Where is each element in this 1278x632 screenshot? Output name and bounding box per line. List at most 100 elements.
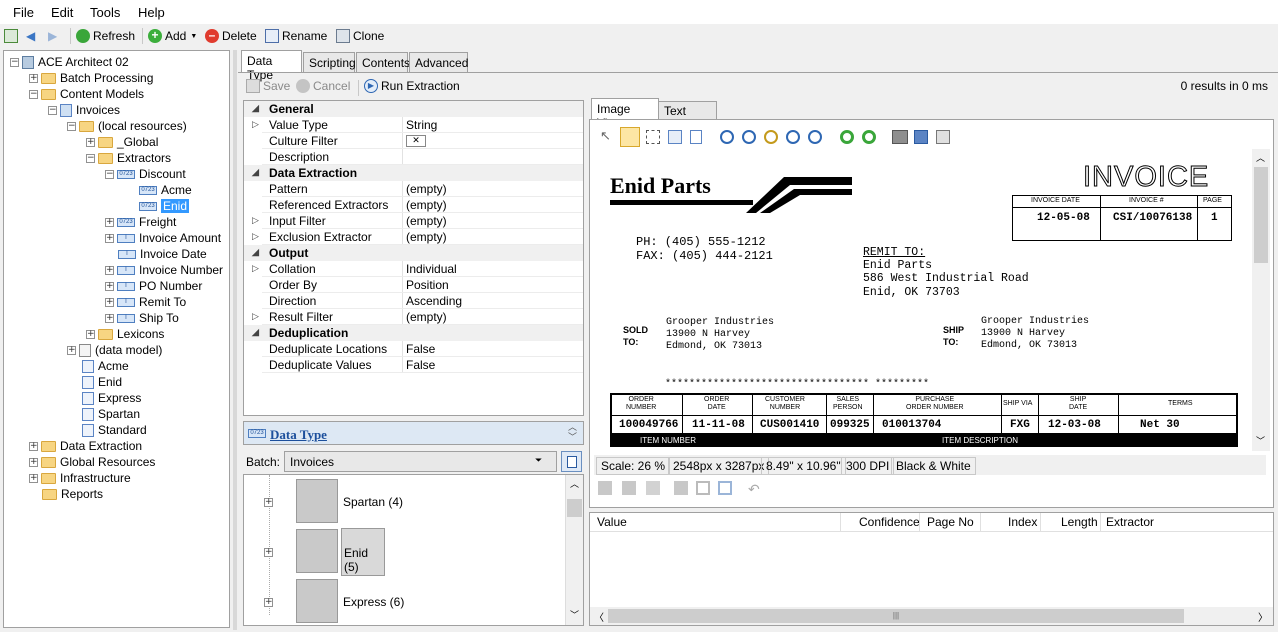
save-image-icon[interactable]	[914, 130, 928, 144]
prop-order-by[interactable]: Order By Position	[244, 277, 583, 293]
tree-reports[interactable]: Reports	[42, 486, 103, 502]
col-length[interactable]: Length	[1061, 515, 1098, 529]
image-viewer[interactable]: ↖ Enid Parts INVOICE INVOICE DATE INVOIC…	[589, 119, 1274, 508]
batch-scrollbar[interactable]: ︿ ﹀	[565, 475, 583, 625]
zoom-fit-icon[interactable]	[786, 130, 800, 144]
prop-description[interactable]: Description	[244, 149, 583, 165]
run-extraction-button[interactable]: ▶ Run Extraction	[364, 77, 460, 95]
prop-exclusion-extractor[interactable]: ▷ Exclusion Extractor (empty)	[244, 229, 583, 245]
add-button[interactable]: + Add ▼	[148, 27, 197, 45]
tab-advanced[interactable]: Advanced	[409, 52, 468, 72]
menu-file[interactable]: File	[13, 5, 34, 20]
scroll-down-icon[interactable]: ﹀	[570, 608, 579, 621]
delete-button[interactable]: – Delete	[205, 27, 257, 45]
collapse-triangle-icon[interactable]: ◢	[252, 103, 259, 114]
tree-remit-to[interactable]: + I Remit To	[105, 294, 186, 310]
col-page-no[interactable]: Page No	[927, 515, 974, 529]
tree-invoice-amount[interactable]: + I Invoice Amount	[105, 230, 221, 246]
batch-item-enid-selected[interactable]: Enid (5)	[341, 528, 385, 576]
batch-browse-button[interactable]	[561, 451, 582, 472]
tree-global-resources[interactable]: + Global Resources	[29, 454, 155, 470]
tree-global[interactable]: + _Global	[86, 134, 158, 150]
tool-icon[interactable]	[646, 481, 660, 495]
clone-button[interactable]: Clone	[336, 27, 384, 45]
expand-icon[interactable]: +	[105, 281, 114, 291]
prop-pattern[interactable]: Pattern (empty)	[244, 181, 583, 197]
expand-icon[interactable]: +	[86, 329, 95, 339]
scroll-thumb[interactable]	[567, 499, 582, 517]
expand-triangle-icon[interactable]: ▷	[252, 215, 259, 226]
tab-text-view[interactable]: Text View	[658, 101, 717, 132]
collapse-icon[interactable]: −	[29, 89, 38, 99]
prop-input-filter[interactable]: ▷ Input Filter (empty)	[244, 213, 583, 229]
collapse-triangle-icon[interactable]: ◢	[252, 327, 259, 338]
collapse-icon[interactable]: −	[48, 105, 57, 115]
tool-icon[interactable]	[674, 481, 688, 495]
prop-culture-filter[interactable]: Culture Filter ✕	[244, 133, 583, 149]
zoom-page-icon[interactable]	[690, 130, 702, 144]
forward-button[interactable]: ▶	[48, 27, 57, 45]
tree-lexicons[interactable]: + Lexicons	[86, 326, 164, 342]
menu-tools[interactable]: Tools	[90, 5, 120, 20]
back-button[interactable]: ◀	[26, 27, 35, 45]
pan-hand-icon[interactable]	[620, 127, 640, 147]
expand-icon[interactable]: +	[29, 473, 38, 483]
tree-model-express[interactable]: Express	[82, 390, 141, 406]
col-extractor[interactable]: Extractor	[1106, 515, 1154, 529]
menu-edit[interactable]: Edit	[51, 5, 73, 20]
tree-extractors[interactable]: − Extractors	[86, 150, 171, 166]
category-output[interactable]: ◢ Output	[244, 245, 583, 261]
zoom-region-icon[interactable]	[668, 130, 682, 144]
scroll-up-icon[interactable]: ︿	[570, 477, 579, 490]
tree-model-standard[interactable]: Standard	[82, 422, 147, 438]
prop-result-filter[interactable]: ▷ Result Filter (empty)	[244, 309, 583, 325]
scroll-left-icon[interactable]: 〈	[594, 609, 604, 624]
collapse-icon[interactable]: −	[105, 169, 114, 179]
tree-ship-to[interactable]: + I Ship To	[105, 310, 179, 326]
print-icon[interactable]	[892, 130, 908, 144]
refresh-image-icon[interactable]	[718, 481, 732, 495]
expand-icon[interactable]: +	[264, 548, 276, 557]
tree-model-spartan[interactable]: Spartan	[82, 406, 140, 422]
prop-dedup-locations[interactable]: Deduplicate Locations False	[244, 341, 583, 357]
tree-enid-selected[interactable]: 0723 Enid	[139, 198, 190, 214]
tree-model-acme[interactable]: Acme	[82, 358, 129, 374]
category-data-extraction[interactable]: ◢ Data Extraction	[244, 165, 583, 181]
expand-icon[interactable]: +	[29, 441, 38, 451]
prop-dedup-values[interactable]: Deduplicate Values False	[244, 357, 583, 373]
tree-batch-processing[interactable]: + Batch Processing	[29, 70, 153, 86]
property-grid[interactable]: ◢ General ▷ Value Type String Culture Filte…	[243, 100, 584, 416]
expand-triangle-icon[interactable]: ▷	[252, 311, 259, 322]
tree-data-model[interactable]: + (data model)	[67, 342, 162, 358]
expand-icon[interactable]: +	[264, 598, 276, 607]
tree-invoices[interactable]: − Invoices	[48, 102, 120, 118]
collapse-triangle-icon[interactable]: ◢	[252, 247, 259, 258]
rotate-right-icon[interactable]	[840, 130, 854, 144]
collapse-icon[interactable]: −	[10, 57, 19, 67]
batch-select[interactable]: Invoices ⏷	[284, 451, 557, 472]
category-general[interactable]: ◢ General	[244, 101, 583, 117]
scroll-right-icon[interactable]: 〉	[1258, 609, 1268, 624]
select-region-icon[interactable]	[646, 130, 660, 144]
tab-data-type[interactable]: Data Type	[241, 50, 302, 82]
expand-triangle-icon[interactable]: ▷	[252, 231, 259, 242]
scroll-thumb[interactable]: |||	[608, 609, 1184, 623]
prop-collation[interactable]: ▷ Collation Individual	[244, 261, 583, 277]
zoom-in-icon[interactable]	[720, 130, 734, 144]
tree-freight[interactable]: +0723 Freight	[105, 214, 176, 230]
category-deduplication[interactable]: ◢ Deduplication	[244, 325, 583, 341]
prop-referenced-extractors[interactable]: Referenced Extractors (empty)	[244, 197, 583, 213]
help-panel-title[interactable]: Data Type	[270, 427, 327, 443]
panel-scroll-icon[interactable]: ︿ ﹀	[568, 422, 577, 442]
document-image[interactable]: Enid Parts INVOICE INVOICE DATE INVOICE …	[598, 149, 1252, 451]
prop-direction[interactable]: Direction Ascending	[244, 293, 583, 309]
save-button[interactable]: Save	[246, 77, 290, 95]
tree-root[interactable]: − ACE Architect 02	[10, 54, 129, 70]
expand-triangle-icon[interactable]: ▷	[252, 263, 259, 274]
tree-acme[interactable]: 0723 Acme	[139, 182, 192, 198]
expand-triangle-icon[interactable]: ▷	[252, 119, 259, 130]
tool-icon[interactable]	[622, 481, 636, 495]
rename-button[interactable]: Rename	[265, 27, 327, 45]
results-hscrollbar[interactable]: 〈 ||| 〉	[590, 607, 1273, 625]
expand-icon[interactable]: +	[264, 498, 276, 507]
